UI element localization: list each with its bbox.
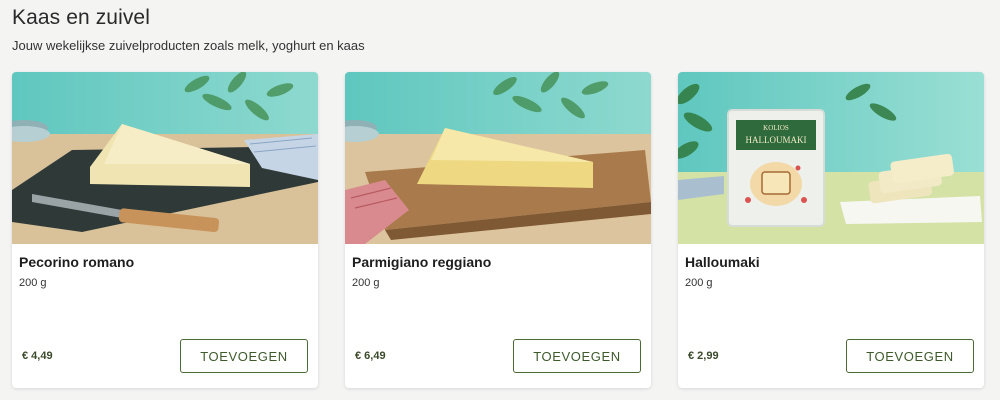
product-image-pecorino-romano — [12, 72, 318, 244]
product-weight: 200 g — [685, 277, 713, 289]
package-brand: KOLIOS — [763, 124, 789, 132]
product-name: Halloumaki — [685, 254, 760, 270]
page-title: Kaas en zuivel — [12, 6, 150, 29]
product-weight: 200 g — [352, 277, 380, 289]
product-card-parmigiano-reggiano[interactable]: Parmigiano reggiano 200 g € 6,49 TOEVOEG… — [345, 72, 651, 388]
category-header: Kaas en zuivel Jouw wekelijkse zuivelpro… — [12, 6, 365, 53]
product-card-pecorino-romano[interactable]: Pecorino romano 200 g € 4,49 TOEVOEGEN — [12, 72, 318, 388]
page-subtitle: Jouw wekelijkse zuivelproducten zoals me… — [12, 38, 365, 53]
product-price: € 6,49 — [355, 350, 386, 362]
package-product: HALLOUMAKI — [746, 135, 807, 145]
product-image-halloumaki: KOLIOS HALLOUMAKI — [678, 72, 984, 244]
product-name: Parmigiano reggiano — [352, 254, 492, 270]
product-image-parmigiano-reggiano — [345, 72, 651, 244]
product-name: Pecorino romano — [19, 254, 135, 270]
add-to-cart-button[interactable]: TOEVOEGEN — [846, 339, 974, 373]
product-price: € 4,49 — [22, 350, 53, 362]
product-card-halloumaki[interactable]: KOLIOS HALLOUMAKI Halloumaki 200 g € 2,9… — [678, 72, 984, 388]
add-to-cart-button[interactable]: TOEVOEGEN — [513, 339, 641, 373]
product-price: € 2,99 — [688, 350, 719, 362]
product-weight: 200 g — [19, 277, 47, 289]
add-to-cart-button[interactable]: TOEVOEGEN — [180, 339, 308, 373]
